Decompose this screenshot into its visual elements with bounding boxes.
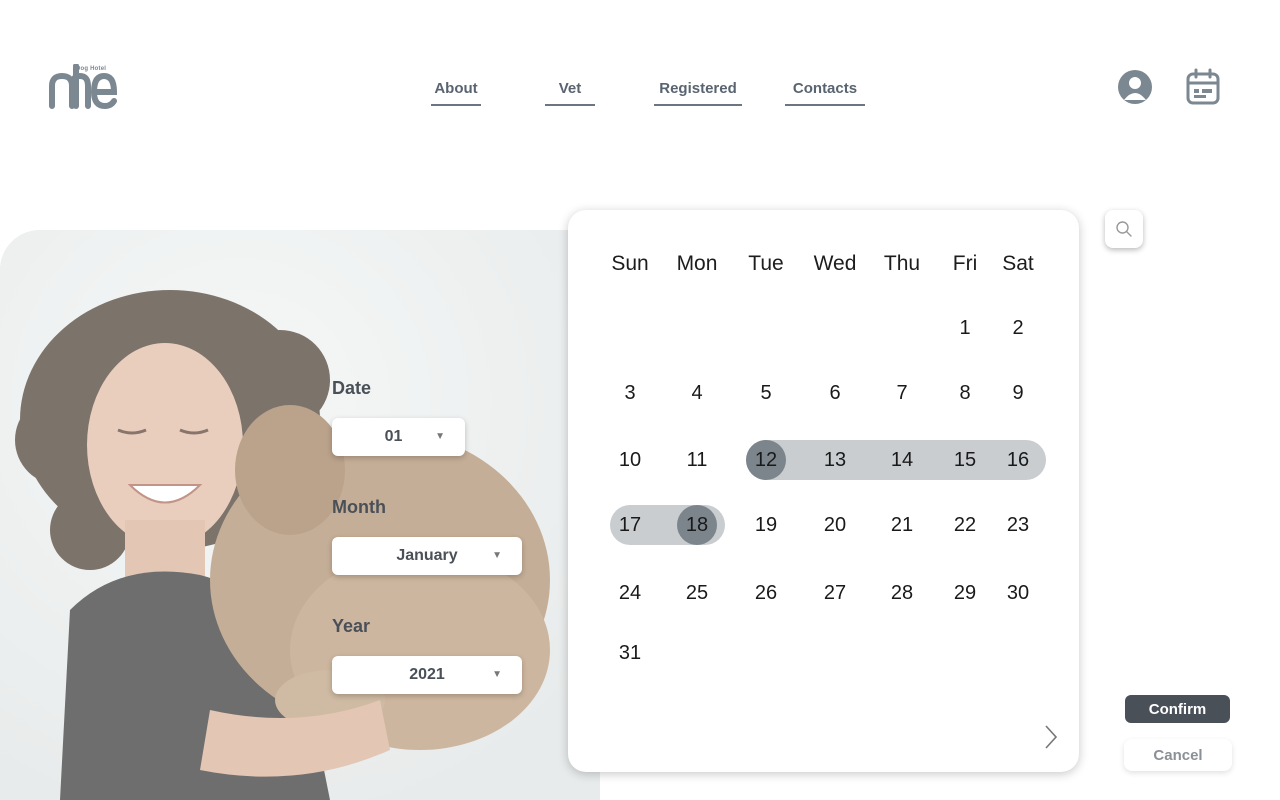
- calendar-day-21[interactable]: 21: [880, 513, 924, 537]
- calendar-day-10[interactable]: 10: [608, 448, 652, 472]
- calendar-day-3[interactable]: 3: [608, 381, 652, 405]
- calendar-day-27[interactable]: 27: [813, 581, 857, 605]
- weekday-mon: Mon: [676, 252, 718, 275]
- calendar-day-23[interactable]: 23: [996, 513, 1040, 537]
- calendar-day-7[interactable]: 7: [880, 381, 924, 405]
- weekday-fri: Fri: [952, 252, 978, 275]
- nav-about[interactable]: About: [431, 78, 481, 106]
- confirm-button[interactable]: Confirm: [1125, 695, 1230, 723]
- year-value: 2021: [409, 666, 445, 683]
- calendar-panel: Sun Mon Tue Wed Thu Fri Sat 1 2 3 4 5 6 7 8 9 10 11 12 13 14…: [568, 210, 1079, 772]
- calendar-day-28[interactable]: 28: [880, 581, 924, 605]
- chevron-right-icon[interactable]: [1043, 723, 1059, 756]
- weekday-sun: Sun: [611, 252, 649, 275]
- weekday-tue: Tue: [748, 252, 784, 275]
- calendar-day-14[interactable]: 14: [880, 448, 924, 472]
- chevron-down-icon: ▼: [492, 669, 502, 680]
- date-label: Date: [332, 378, 372, 398]
- nav-registered[interactable]: Registered: [654, 78, 742, 106]
- brand-tagline: Dog Hotel: [76, 66, 107, 72]
- search-icon: [1116, 221, 1132, 237]
- search-button[interactable]: [1105, 210, 1143, 248]
- cancel-button[interactable]: Cancel: [1124, 739, 1232, 771]
- calendar-day-18[interactable]: 18: [675, 513, 719, 537]
- calendar-day-5[interactable]: 5: [744, 381, 788, 405]
- calendar-day-2[interactable]: 2: [996, 316, 1040, 340]
- hero-illustration: [0, 230, 600, 800]
- calendar-day-16[interactable]: 16: [996, 448, 1040, 472]
- weekday-wed: Wed: [813, 252, 857, 275]
- month-value: January: [396, 547, 458, 564]
- weekday-sat: Sat: [1002, 252, 1034, 275]
- calendar-day-13[interactable]: 13: [813, 448, 857, 472]
- calendar-day-9[interactable]: 9: [996, 381, 1040, 405]
- weekday-thu: Thu: [883, 252, 921, 275]
- calendar-day-26[interactable]: 26: [744, 581, 788, 605]
- hero-photo: [0, 230, 600, 800]
- calendar-day-8[interactable]: 8: [943, 381, 987, 405]
- calendar-icon[interactable]: [1185, 68, 1221, 111]
- calendar-day-30[interactable]: 30: [996, 581, 1040, 605]
- chevron-down-icon: ▼: [435, 431, 445, 442]
- month-select[interactable]: January ▼: [332, 537, 522, 575]
- user-icon[interactable]: [1117, 69, 1153, 110]
- date-select[interactable]: 01 ▼: [332, 418, 465, 456]
- calendar-day-31[interactable]: 31: [608, 641, 652, 665]
- nav-vet[interactable]: Vet: [545, 78, 595, 106]
- calendar-day-4[interactable]: 4: [675, 381, 719, 405]
- calendar-day-19[interactable]: 19: [744, 513, 788, 537]
- year-label: Year: [332, 616, 371, 636]
- calendar-day-25[interactable]: 25: [675, 581, 719, 605]
- date-value: 01: [384, 428, 403, 445]
- calendar-day-29[interactable]: 29: [943, 581, 987, 605]
- year-select[interactable]: 2021 ▼: [332, 656, 522, 694]
- calendar-day-12[interactable]: 12: [744, 448, 788, 472]
- chevron-down-icon: ▼: [492, 550, 502, 561]
- calendar-day-22[interactable]: 22: [943, 513, 987, 537]
- calendar-day-11[interactable]: 11: [675, 448, 719, 472]
- nav-contacts[interactable]: Contacts: [785, 78, 865, 106]
- calendar-day-20[interactable]: 20: [813, 513, 857, 537]
- calendar-day-15[interactable]: 15: [943, 448, 987, 472]
- calendar-day-1[interactable]: 1: [943, 316, 987, 340]
- month-label: Month: [332, 497, 386, 517]
- calendar-day-17[interactable]: 17: [608, 513, 652, 537]
- calendar-day-6[interactable]: 6: [813, 381, 857, 405]
- calendar-day-24[interactable]: 24: [608, 581, 652, 605]
